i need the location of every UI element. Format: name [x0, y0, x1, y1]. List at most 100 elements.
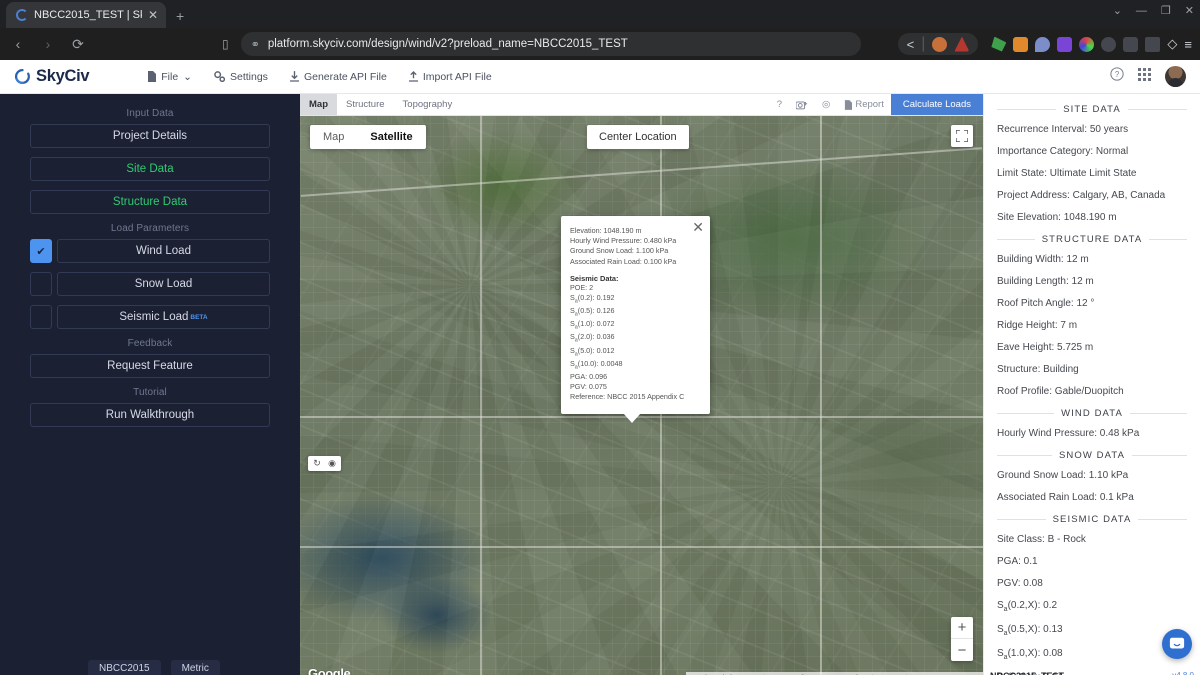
header-menu: File ⌄ Settings Generate API File Import… [147, 71, 491, 83]
close-icon[interactable]: ✕ [148, 9, 158, 21]
popup-seismic-sa50: Sa(5.0): 0.012 [570, 346, 699, 359]
divider-left [997, 239, 1035, 240]
zoom-out-button[interactable]: − [951, 639, 973, 661]
divider-right [1130, 413, 1187, 414]
sidebar-group-title-tutorial: Tutorial [0, 387, 300, 398]
help-question-icon[interactable]: ? [770, 94, 789, 115]
map-canvas[interactable]: Map Satellite Center Location ↻ ◉ + − Go… [300, 116, 983, 675]
menu-item-file-label: File [161, 71, 178, 83]
apps-grid-icon[interactable] [1138, 68, 1151, 86]
new-tab-button[interactable]: + [176, 8, 184, 24]
extension-icon-4[interactable] [1057, 37, 1072, 52]
map-zoom-control: + − [951, 617, 973, 661]
sidebar-row-snow-load: Snow Load [30, 272, 270, 296]
bookmark-icon[interactable]: ▯ [222, 37, 229, 51]
site-elevation: Site Elevation: 1048.190 m [997, 212, 1187, 223]
screenshot-add-icon[interactable] [789, 94, 815, 115]
section-header-snow-data: SNOW DATA [997, 450, 1187, 461]
sidebar-item-seismic-load[interactable]: Seismic Load BETA [57, 305, 270, 329]
extension-icon-8[interactable] [1145, 37, 1160, 52]
zoom-in-button[interactable]: + [951, 617, 973, 639]
popup-hourly-wind-pressure: Hourly Wind Pressure: 0.480 kPa [570, 236, 699, 246]
app-version: v4.8.0 [1172, 671, 1194, 675]
share-icon[interactable]: < [907, 37, 915, 52]
checkbox-wind-load[interactable] [30, 239, 52, 263]
snow-associated-rain-load: Associated Rain Load: 0.1 kPa [997, 492, 1187, 503]
report-button[interactable]: Report [837, 94, 891, 115]
maximize-icon[interactable]: ❐ [1161, 4, 1171, 17]
settings-circle-icon[interactable]: ◎ [815, 94, 837, 115]
code-badge[interactable]: NBCC2015 [88, 660, 161, 675]
map-type-control: Map Satellite [310, 125, 426, 149]
help-circle-icon[interactable]: ? [1110, 67, 1124, 86]
extension-icon-1[interactable] [991, 37, 1006, 52]
sidebar-item-seismic-load-label: Seismic Load [119, 311, 188, 323]
sidebar-item-request-feature[interactable]: Request Feature [30, 354, 270, 378]
chevron-down-icon[interactable]: ⌄ [1113, 4, 1122, 17]
wind-hourly-pressure: Hourly Wind Pressure: 0.48 kPa [997, 428, 1187, 439]
popup-associated-rain-load: Associated Rain Load: 0.100 kPa [570, 257, 699, 267]
chat-bubble-icon[interactable] [1162, 629, 1192, 659]
close-icon[interactable]: ✕ [692, 220, 704, 234]
sidebar-item-snow-load[interactable]: Snow Load [57, 272, 270, 296]
extension-icon-2[interactable] [1013, 37, 1028, 52]
fullscreen-expand-icon[interactable] [951, 125, 973, 147]
extension-icon-b[interactable] [954, 37, 969, 52]
center-panel: Map Structure Topography ? ◎ Report Calc… [300, 94, 983, 675]
browser-tab[interactable]: NBCC2015_TEST | SkyCiv ✕ [6, 2, 166, 28]
tab-structure[interactable]: Structure [337, 94, 394, 115]
forward-icon[interactable]: › [38, 36, 58, 52]
map-road-4 [480, 116, 482, 675]
menu-item-settings[interactable]: Settings [214, 71, 268, 83]
compass-icon[interactable]: ◉ [326, 458, 338, 469]
sidebar-item-structure-data[interactable]: Structure Data [30, 190, 270, 214]
sidebar-item-run-walkthrough[interactable]: Run Walkthrough [30, 403, 270, 427]
brand-name: SkyCiv [36, 67, 89, 86]
menu-item-file[interactable]: File ⌄ [147, 71, 192, 83]
popup-seismic-sa20: Sa(2.0): 0.036 [570, 332, 699, 345]
back-icon[interactable]: ‹ [8, 36, 28, 52]
gear-icon [214, 71, 225, 82]
tab-title: NBCC2015_TEST | SkyCiv [34, 9, 142, 21]
extension-icon-5[interactable] [1079, 37, 1094, 52]
extension-icon-7[interactable] [1123, 37, 1138, 52]
minimize-icon[interactable]: — [1136, 5, 1147, 17]
download-icon [290, 71, 299, 82]
checkbox-seismic-load[interactable] [30, 305, 52, 329]
extension-icon-6[interactable] [1101, 37, 1116, 52]
avatar[interactable] [1165, 66, 1186, 87]
extension-icon-3[interactable] [1035, 37, 1050, 52]
seismic-pgv: PGV: 0.08 [997, 578, 1187, 589]
section-header-seismic-data: SEISMIC DATA [997, 514, 1187, 525]
section-header-wind-data: WIND DATA [997, 408, 1187, 419]
browser-menu-icon[interactable]: ≡ [1184, 37, 1192, 52]
site-recurrence-interval: Recurrence Interval: 50 years [997, 124, 1187, 135]
tab-map[interactable]: Map [300, 94, 337, 115]
permissions-icon[interactable]: ⚭ [251, 38, 260, 51]
calculate-loads-button[interactable]: Calculate Loads [891, 94, 983, 115]
sidebar-item-site-data[interactable]: Site Data [30, 157, 270, 181]
report-label: Report [855, 99, 884, 110]
extension-icon-a[interactable] [932, 37, 947, 52]
section-title-snow-data: SNOW DATA [1059, 450, 1125, 461]
sidebar-item-wind-load[interactable]: Wind Load [57, 239, 270, 263]
window-close-icon[interactable]: ✕ [1185, 4, 1194, 17]
menu-item-generate-api-file[interactable]: Generate API File [290, 71, 387, 83]
rotate-icon[interactable]: ↻ [311, 458, 323, 469]
menu-item-import-api-file[interactable]: Import API File [409, 71, 492, 83]
sidebar-item-project-details[interactable]: Project Details [30, 124, 270, 148]
extension-icon-9[interactable]: ◇ [1167, 36, 1177, 52]
units-badge[interactable]: Metric [171, 660, 220, 675]
chevron-down-icon: ⌄ [183, 71, 192, 83]
map-type-satellite[interactable]: Satellite [357, 125, 425, 149]
map-road-3 [300, 546, 983, 548]
map-type-map[interactable]: Map [310, 125, 357, 149]
url-text: platform.skyciv.com/design/wind/v2?prelo… [268, 38, 628, 50]
address-bar[interactable]: ⚭ platform.skyciv.com/design/wind/v2?pre… [241, 32, 861, 56]
brand-logo[interactable]: SkyCiv [14, 67, 89, 86]
center-location-button[interactable]: Center Location [587, 125, 689, 149]
menu-item-settings-label: Settings [230, 71, 268, 83]
reload-icon[interactable]: ⟳ [68, 36, 88, 53]
tab-topography[interactable]: Topography [394, 94, 462, 115]
checkbox-snow-load[interactable] [30, 272, 52, 296]
